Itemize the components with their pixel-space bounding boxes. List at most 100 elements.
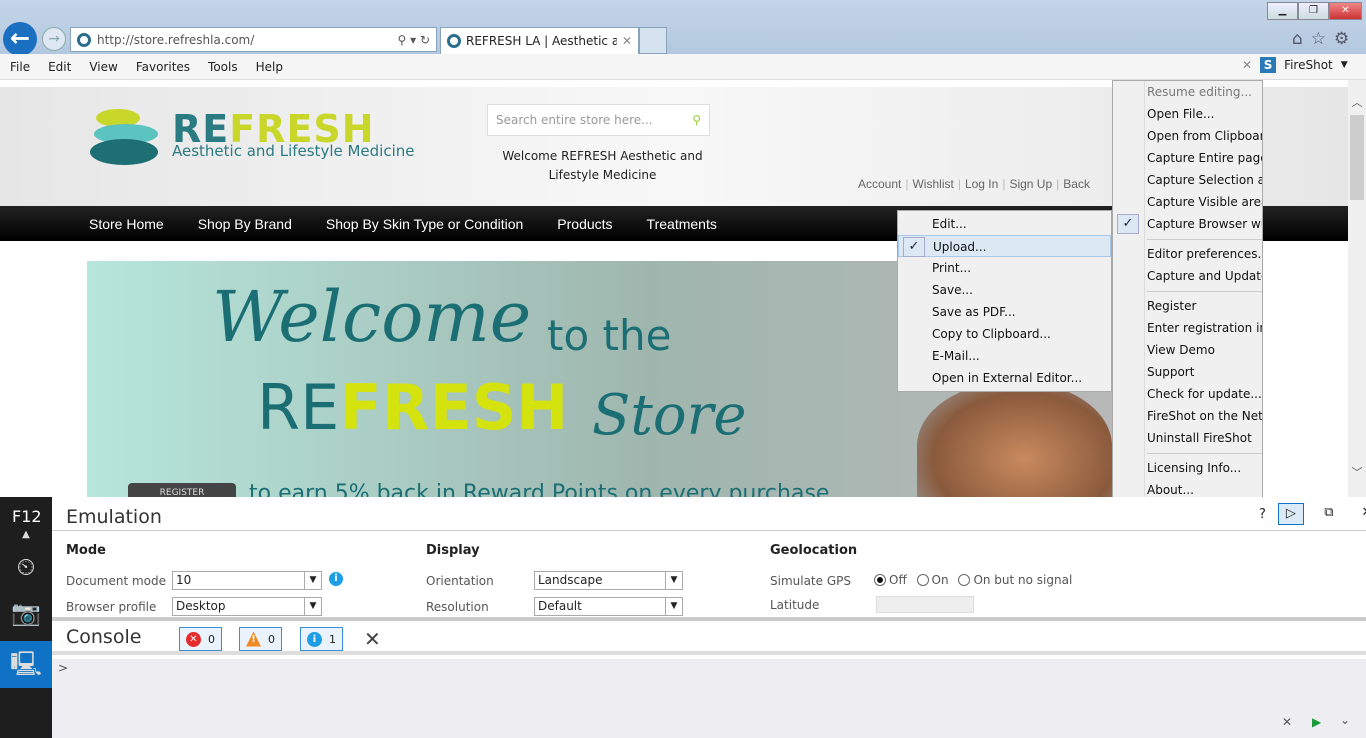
- nav-store-home[interactable]: Store Home: [89, 216, 164, 232]
- gps-on-radio[interactable]: On: [916, 573, 949, 587]
- fireshot_menu-item[interactable]: Uninstall FireShot: [1113, 427, 1262, 449]
- favorites-star-icon[interactable]: ☆: [1311, 29, 1326, 49]
- minimize-button[interactable]: ▁: [1267, 2, 1298, 20]
- help-icon[interactable]: ?: [1259, 507, 1266, 522]
- fireshot_menu-item[interactable]: Enter registration info...: [1113, 317, 1262, 339]
- latitude-input[interactable]: [876, 596, 974, 613]
- document-mode-select[interactable]: 10 ▼: [172, 571, 322, 590]
- menu-view[interactable]: View: [89, 60, 117, 74]
- menu-help[interactable]: Help: [256, 60, 283, 74]
- link-signup[interactable]: Sign Up: [1009, 177, 1052, 191]
- submenu-item[interactable]: ✓ Upload...: [898, 235, 1111, 257]
- close-devtools-icon[interactable]: ✕: [1354, 503, 1366, 525]
- close-tab-icon[interactable]: ✕: [622, 34, 632, 48]
- fireshot_menu-item[interactable]: Check for update...: [1113, 383, 1262, 405]
- fireshot_menu-item[interactable]: Open File...: [1113, 103, 1262, 125]
- menu-file[interactable]: File: [10, 60, 30, 74]
- submenu-item[interactable]: Edit...: [898, 213, 1111, 235]
- link-account[interactable]: Account: [858, 177, 901, 191]
- collapse-arrow-icon[interactable]: ▲: [0, 529, 52, 540]
- submenu-item[interactable]: Print...: [898, 257, 1111, 279]
- banner-earn-text: to earn 5% back in Reward Points on ever…: [249, 481, 830, 497]
- gear-icon[interactable]: ⚙: [1334, 29, 1349, 49]
- expand-icon[interactable]: ⌄: [1340, 713, 1350, 727]
- fireshot_menu-item[interactable]: Register: [1113, 295, 1262, 317]
- orientation-select[interactable]: Landscape ▼: [534, 571, 683, 590]
- home-icon[interactable]: ⌂: [1292, 29, 1303, 49]
- fireshot_menu-item[interactable]: Support: [1113, 361, 1262, 383]
- undock-icon[interactable]: ⧉: [1316, 503, 1342, 525]
- fireshot_menu-item[interactable]: ✓Capture Browser window...: [1113, 213, 1262, 235]
- menu-favorites[interactable]: Favorites: [136, 60, 190, 74]
- menu-tools[interactable]: Tools: [208, 60, 238, 74]
- warnings-filter[interactable]: ! 0: [239, 627, 282, 651]
- resolution-select[interactable]: Default ▼: [534, 597, 683, 616]
- info-icon: i: [307, 631, 322, 647]
- restore-button[interactable]: ❐: [1298, 2, 1329, 20]
- nav-shop-by-brand[interactable]: Shop By Brand: [198, 216, 292, 232]
- link-wishlist[interactable]: Wishlist: [912, 177, 953, 191]
- performance-icon[interactable]: ⏲: [0, 553, 52, 581]
- fireshot_menu-item[interactable]: Open from Clipboard...: [1113, 125, 1262, 147]
- fireshot_menu-item[interactable]: Resume editing...: [1113, 81, 1262, 103]
- fireshot_menu-item[interactable]: Capture Entire page and...: [1113, 147, 1262, 169]
- menu-edit[interactable]: Edit: [48, 60, 71, 74]
- info-filter[interactable]: i1: [300, 627, 343, 651]
- link-back[interactable]: Back: [1063, 177, 1090, 191]
- checkmark-icon: ✓: [903, 237, 925, 257]
- geolocation-heading: Geolocation: [770, 543, 858, 558]
- browser-profile-select[interactable]: Desktop ▼: [172, 597, 322, 616]
- scroll-up-icon[interactable]: ︿: [1348, 94, 1366, 110]
- errors-filter[interactable]: ✕ 0: [179, 627, 222, 651]
- gps-no-signal-radio[interactable]: On but no signal: [958, 573, 1072, 587]
- forward-button[interactable]: →: [42, 27, 66, 51]
- info-icon[interactable]: i: [329, 572, 343, 586]
- submenu-item[interactable]: Open in External Editor...: [898, 367, 1111, 389]
- console-header: Console ✕ 0 ! 0 i1 ✕: [52, 617, 1366, 655]
- new-tab-button[interactable]: [639, 27, 667, 54]
- submenu-item[interactable]: E-Mail...: [898, 345, 1111, 367]
- run-icon[interactable]: ▶: [1312, 715, 1321, 729]
- search-icon[interactable]: ⚲: [692, 113, 701, 127]
- fireshot_menu-item[interactable]: Capture Selection and...: [1113, 169, 1262, 191]
- gps-off-radio[interactable]: Off: [874, 573, 907, 587]
- console-input[interactable]: > ✕ ▶ ⌄: [52, 659, 1366, 738]
- resolution-label: Resolution: [426, 600, 489, 614]
- scrollbar-thumb[interactable]: [1350, 115, 1364, 200]
- fireshot_menu-item[interactable]: Licensing Info...: [1113, 457, 1262, 479]
- clear-icon[interactable]: ✕: [1282, 715, 1292, 729]
- banner-to-the: to the: [547, 311, 672, 360]
- submenu-item[interactable]: Save as PDF...: [898, 301, 1111, 323]
- fireshot_menu-item[interactable]: Capture Visible area and...: [1113, 191, 1262, 213]
- chevron-down-icon[interactable]: ▼: [1341, 60, 1348, 70]
- address-bar[interactable]: http://store.refreshla.com/ ⚲ ▾ ↻: [70, 27, 437, 52]
- emulation-icon[interactable]: 🖳: [0, 641, 52, 688]
- nav-shop-by-skin[interactable]: Shop By Skin Type or Condition: [326, 216, 523, 232]
- console-toggle-icon[interactable]: ▷: [1277, 503, 1304, 525]
- scroll-down-icon[interactable]: ﹀: [1348, 464, 1366, 480]
- search-refresh-icon[interactable]: ⚲ ▾ ↻: [398, 33, 437, 47]
- nav-products[interactable]: Products: [557, 216, 612, 232]
- register-button[interactable]: REGISTER: [128, 483, 236, 497]
- mode-heading: Mode: [66, 543, 106, 558]
- clear-console-icon[interactable]: ✕: [364, 627, 381, 651]
- camera-icon[interactable]: 📷: [0, 599, 52, 627]
- fireshot-button[interactable]: FireShot: [1284, 58, 1333, 72]
- fireshot_menu-item[interactable]: Capture and Update o...: [1113, 265, 1262, 287]
- menu-separator: [1113, 449, 1262, 457]
- fireshot_menu-item[interactable]: FireShot on the Net...: [1113, 405, 1262, 427]
- console-prompt: >: [58, 661, 69, 675]
- back-button[interactable]: ←: [3, 22, 37, 56]
- submenu-item[interactable]: Save...: [898, 279, 1111, 301]
- close-window-button[interactable]: ✕: [1329, 2, 1362, 20]
- store-search-input[interactable]: Search entire store here... ⚲: [487, 104, 710, 136]
- browser-tab[interactable]: REFRESH LA | Aesthetic an... ✕: [440, 27, 639, 54]
- submenu-item[interactable]: Copy to Clipboard...: [898, 323, 1111, 345]
- nav-treatments[interactable]: Treatments: [647, 216, 717, 232]
- warning-icon: !: [246, 631, 261, 647]
- banner-welcome: Welcome: [212, 276, 532, 358]
- fireshot_menu-item[interactable]: View Demo: [1113, 339, 1262, 361]
- fireshot_menu-item[interactable]: Editor preferences...: [1113, 243, 1262, 265]
- link-login[interactable]: Log In: [965, 177, 998, 191]
- close-toolbar-icon[interactable]: ✕: [1242, 58, 1252, 72]
